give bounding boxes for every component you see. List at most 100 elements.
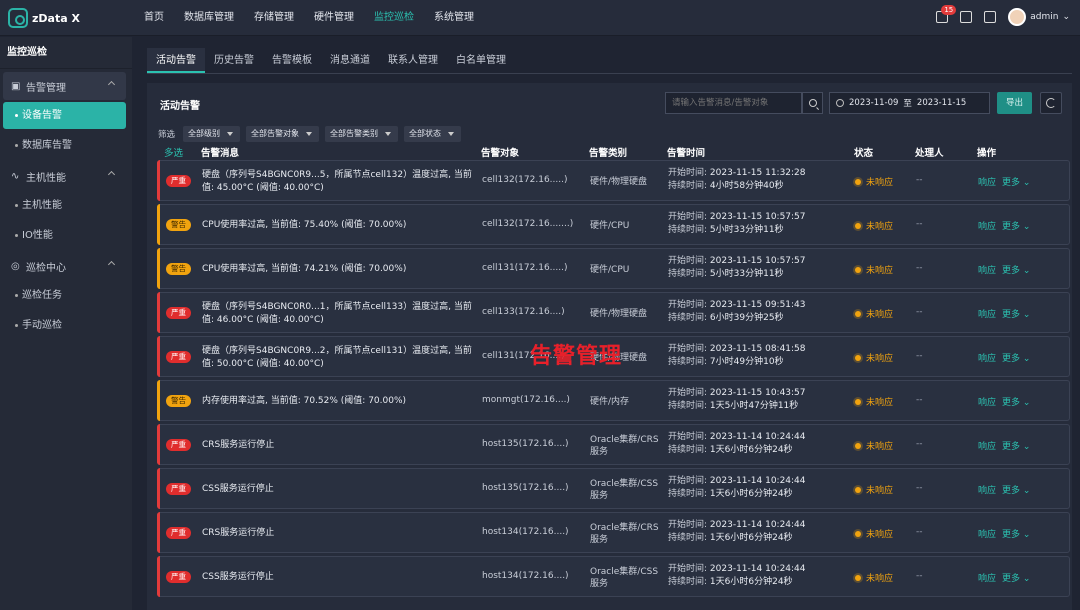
duration: 1天5小时47分钟11秒 bbox=[709, 401, 799, 411]
table-row[interactable]: 警告 CPU使用率过高, 当前值: 74.21% (阈值: 70.00%) ce… bbox=[157, 248, 1070, 289]
filter-category-select[interactable]: 全部告警类别 bbox=[325, 126, 399, 142]
nav-hardware[interactable]: 硬件管理 bbox=[304, 0, 364, 36]
tab-message-channels[interactable]: 消息通道 bbox=[321, 48, 379, 73]
respond-button[interactable]: 响应 bbox=[978, 527, 996, 540]
document-icon[interactable] bbox=[960, 11, 973, 23]
sidebar-item-device-alarm[interactable]: 设备告警 bbox=[3, 102, 126, 129]
tab-alarm-templates[interactable]: 告警模板 bbox=[263, 48, 321, 73]
table-row[interactable]: 警告 内存使用率过高, 当前值: 70.52% (阈值: 70.00%) mon… bbox=[157, 380, 1070, 421]
nav-home[interactable]: 首页 bbox=[134, 0, 174, 36]
respond-button[interactable]: 响应 bbox=[978, 219, 996, 232]
status: 未响应 bbox=[855, 395, 893, 408]
filter-status-select[interactable]: 全部状态 bbox=[404, 126, 462, 142]
sidebar-item-host-perf[interactable]: 主机性能 bbox=[3, 192, 126, 219]
user-menu[interactable]: admin ⌄ bbox=[1008, 8, 1070, 26]
sidebar-item-inspection-task[interactable]: 巡检任务 bbox=[3, 282, 126, 309]
alarm-time: 开始时间: 2023-11-15 08:41:58 持续时间: 7小时49分钟1… bbox=[668, 343, 806, 369]
row-actions: 响应 更多 ⌄ bbox=[978, 527, 1030, 540]
nav-system[interactable]: 系统管理 bbox=[424, 0, 484, 36]
alarm-category: 硬件/CPU bbox=[590, 220, 630, 231]
sidebar-group-alarm[interactable]: ▣ 告警管理 bbox=[3, 72, 126, 100]
more-dropdown[interactable]: 更多 ⌄ bbox=[1002, 307, 1030, 320]
chevron-up-icon bbox=[107, 80, 116, 89]
more-dropdown[interactable]: 更多 ⌄ bbox=[1002, 351, 1030, 364]
chevron-down-icon: ⌄ bbox=[1022, 354, 1031, 364]
handler: -- bbox=[916, 395, 923, 405]
respond-button[interactable]: 响应 bbox=[978, 263, 996, 276]
sidebar-group-inspection[interactable]: ◎ 巡检中心 bbox=[3, 252, 126, 280]
task-icon[interactable] bbox=[984, 11, 997, 23]
tab-contacts[interactable]: 联系人管理 bbox=[379, 48, 447, 73]
respond-button[interactable]: 响应 bbox=[978, 175, 996, 188]
table-row[interactable]: 警告 CPU使用率过高, 当前值: 75.40% (阈值: 70.00%) ce… bbox=[157, 204, 1070, 245]
handler: -- bbox=[916, 263, 923, 273]
sidebar-item-db-alarm[interactable]: 数据库告警 bbox=[3, 132, 126, 159]
more-dropdown[interactable]: 更多 ⌄ bbox=[1002, 219, 1030, 232]
table-row[interactable]: 严重 CSS服务运行停止 host135(172.16....) Oracle集… bbox=[157, 468, 1070, 509]
status: 未响应 bbox=[855, 351, 893, 364]
tab-active-alarms[interactable]: 活动告警 bbox=[147, 48, 205, 73]
tab-whitelist[interactable]: 白名单管理 bbox=[447, 48, 515, 73]
alarm-time: 开始时间: 2023-11-15 09:51:43 持续时间: 6小时39分钟2… bbox=[668, 299, 806, 325]
search-input[interactable] bbox=[665, 92, 802, 114]
chevron-down-icon: ⌄ bbox=[1022, 178, 1031, 188]
filter-label: 筛选 bbox=[158, 130, 176, 140]
respond-button[interactable]: 响应 bbox=[978, 439, 996, 452]
nav-database[interactable]: 数据库管理 bbox=[174, 0, 244, 36]
alarm-category: Oracle集群/CSS服务 bbox=[590, 566, 659, 589]
sidebar-item-manual-inspection[interactable]: 手动巡检 bbox=[3, 312, 126, 339]
sidebar-item-io-perf[interactable]: IO性能 bbox=[3, 222, 126, 249]
table-row[interactable]: 严重 硬盘（序列号S4BGNC0R0...1，所属节点cell133）温度过高,… bbox=[157, 292, 1070, 333]
more-label: 更多 bbox=[1002, 354, 1021, 364]
date-range-picker[interactable]: 2023-11-09 至 2023-11-15 bbox=[829, 92, 990, 114]
more-dropdown[interactable]: 更多 ⌄ bbox=[1002, 439, 1030, 452]
alarm-time: 开始时间: 2023-11-14 10:24:44 持续时间: 1天6小时6分钟… bbox=[668, 475, 806, 501]
more-dropdown[interactable]: 更多 ⌄ bbox=[1002, 483, 1030, 496]
app-logo[interactable]: zData X bbox=[8, 8, 80, 28]
filter-target-select[interactable]: 全部告警对象 bbox=[246, 126, 320, 142]
table-row[interactable]: 严重 CRS服务运行停止 host135(172.16....) Oracle集… bbox=[157, 424, 1070, 465]
respond-button[interactable]: 响应 bbox=[978, 571, 996, 584]
more-dropdown[interactable]: 更多 ⌄ bbox=[1002, 263, 1030, 276]
filter-level-select[interactable]: 全部级别 bbox=[183, 126, 241, 142]
table-row[interactable]: 严重 CRS服务运行停止 host134(172.16....) Oracle集… bbox=[157, 512, 1070, 553]
status: 未响应 bbox=[855, 439, 893, 452]
table-row[interactable]: 严重 硬盘（序列号S4BGNC0R9...5，所属节点cell132）温度过高,… bbox=[157, 160, 1070, 201]
start-label: 开始时间: bbox=[668, 388, 708, 398]
nav-monitoring[interactable]: 监控巡检 bbox=[364, 0, 424, 36]
sidebar-group-host-perf[interactable]: ∿ 主机性能 bbox=[3, 162, 126, 190]
inspect-icon: ◎ bbox=[11, 261, 20, 272]
respond-button[interactable]: 响应 bbox=[978, 395, 996, 408]
table-row[interactable]: 严重 CSS服务运行停止 host134(172.16....) Oracle集… bbox=[157, 556, 1070, 597]
respond-button[interactable]: 响应 bbox=[978, 307, 996, 320]
more-dropdown[interactable]: 更多 ⌄ bbox=[1002, 395, 1030, 408]
more-dropdown[interactable]: 更多 ⌄ bbox=[1002, 527, 1030, 540]
alarm-icon: ▣ bbox=[11, 81, 21, 92]
alarm-time: 开始时间: 2023-11-15 10:57:57 持续时间: 5小时33分钟1… bbox=[668, 211, 806, 237]
search-button[interactable] bbox=[802, 92, 823, 114]
status-text: 未响应 bbox=[866, 266, 894, 276]
table-row[interactable]: 严重 硬盘（序列号S4BGNC0R9...2，所属节点cell131）温度过高,… bbox=[157, 336, 1070, 377]
more-dropdown[interactable]: 更多 ⌄ bbox=[1002, 571, 1030, 584]
status-text: 未响应 bbox=[866, 574, 894, 584]
row-actions: 响应 更多 ⌄ bbox=[978, 395, 1030, 408]
chevron-down-icon: ⌄ bbox=[1062, 12, 1070, 22]
refresh-icon bbox=[1046, 98, 1056, 108]
duration-label: 持续时间: bbox=[668, 445, 708, 455]
notification-icon[interactable]: 15 bbox=[936, 5, 957, 23]
multi-select-toggle[interactable]: 多选 bbox=[164, 145, 183, 159]
alarm-message: CRS服务运行停止 bbox=[202, 528, 275, 538]
respond-button[interactable]: 响应 bbox=[978, 351, 996, 364]
alarm-time: 开始时间: 2023-11-14 10:24:44 持续时间: 1天6小时6分钟… bbox=[668, 431, 806, 457]
export-button[interactable]: 导出 bbox=[997, 92, 1032, 114]
severity-badge: 严重 bbox=[166, 175, 191, 187]
nav-storage[interactable]: 存储管理 bbox=[244, 0, 304, 36]
duration: 1天6小时6分钟24秒 bbox=[709, 533, 793, 543]
refresh-button[interactable] bbox=[1040, 92, 1062, 114]
more-dropdown[interactable]: 更多 ⌄ bbox=[1002, 175, 1030, 188]
tab-history-alarms[interactable]: 历史告警 bbox=[205, 48, 263, 73]
respond-button[interactable]: 响应 bbox=[978, 483, 996, 496]
sidebar-title: 监控巡检 bbox=[0, 37, 132, 69]
pulse-icon: ∿ bbox=[11, 171, 20, 182]
alarm-time: 开始时间: 2023-11-14 10:24:44 持续时间: 1天6小时6分钟… bbox=[668, 519, 806, 545]
